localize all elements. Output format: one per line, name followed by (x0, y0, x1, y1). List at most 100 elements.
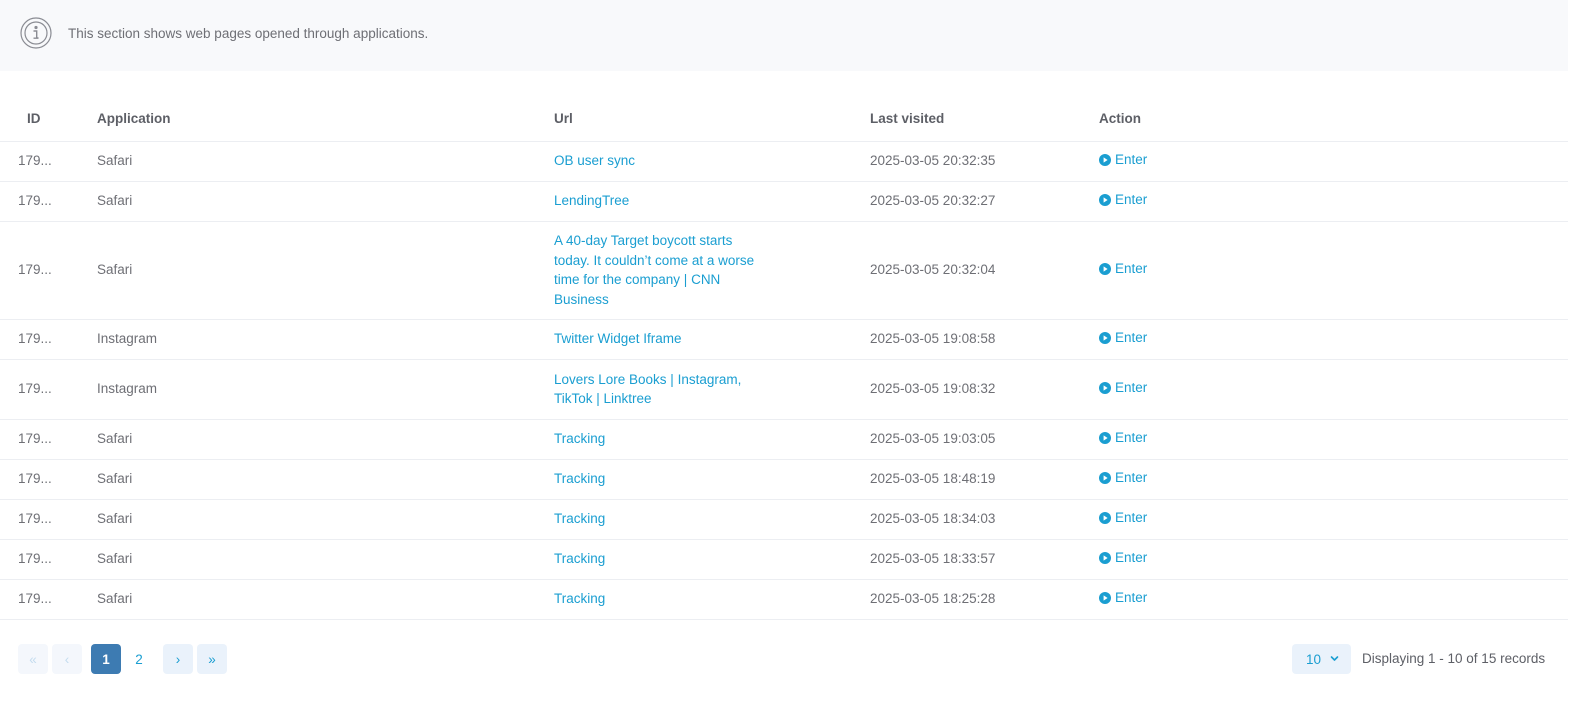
row-application: Safari (97, 181, 554, 222)
enter-button[interactable]: Enter (1099, 190, 1147, 210)
row-url-link[interactable]: Tracking (554, 469, 759, 489)
table-row: 179... Safari Tracking 2025-03-05 18:33:… (0, 539, 1568, 580)
row-application: Safari (97, 459, 554, 500)
table-row: 179... Safari Tracking 2025-03-05 18:48:… (0, 459, 1568, 500)
enter-label: Enter (1115, 261, 1148, 277)
column-header-url[interactable]: Url (554, 96, 870, 142)
table-row: 179... Safari OB user sync 2025-03-05 20… (0, 141, 1568, 182)
row-url-link[interactable]: Lovers Lore Books | Instagram, TikTok | … (554, 370, 759, 409)
row-id: 179... (0, 221, 97, 320)
row-id: 179... (0, 579, 97, 620)
enter-button[interactable]: Enter (1099, 378, 1147, 398)
enter-label: Enter (1115, 550, 1148, 566)
table-row: 179... Safari A 40-day Target boycott st… (0, 221, 1568, 320)
info-banner: This section shows web pages opened thro… (0, 0, 1568, 71)
enter-button[interactable]: Enter (1099, 150, 1147, 170)
row-id: 179... (0, 359, 97, 420)
enter-label: Enter (1115, 430, 1148, 446)
prev-page-button[interactable]: ‹ (52, 644, 82, 674)
table-row: 179... Instagram Twitter Widget Iframe 2… (0, 319, 1568, 360)
row-url-link[interactable]: LendingTree (554, 191, 759, 211)
play-circle-icon (1099, 432, 1111, 445)
row-application: Safari (97, 499, 554, 540)
enter-label: Enter (1115, 330, 1148, 346)
enter-label: Enter (1115, 470, 1148, 486)
webpages-table: ID Application Url Last visited Action 1… (0, 96, 1568, 620)
row-id: 179... (0, 141, 97, 182)
row-application: Safari (97, 419, 554, 460)
enter-button[interactable]: Enter (1099, 328, 1147, 348)
row-last-visited: 2025-03-05 19:08:58 (870, 319, 1099, 360)
play-circle-icon (1099, 552, 1111, 565)
row-url-link[interactable]: A 40-day Target boycott starts today. It… (554, 231, 759, 309)
last-page-button[interactable]: » (197, 644, 227, 674)
enter-button[interactable]: Enter (1099, 259, 1147, 279)
chevron-down-icon (1330, 656, 1339, 661)
enter-label: Enter (1115, 590, 1148, 606)
play-circle-icon (1099, 194, 1111, 207)
row-last-visited: 2025-03-05 18:25:28 (870, 579, 1099, 620)
play-circle-icon (1099, 154, 1111, 167)
table-row: 179... Instagram Lovers Lore Books | Ins… (0, 359, 1568, 420)
row-id: 179... (0, 319, 97, 360)
row-url-link[interactable]: Tracking (554, 549, 759, 569)
row-last-visited: 2025-03-05 20:32:27 (870, 181, 1099, 222)
next-page-button[interactable]: › (163, 644, 193, 674)
row-application: Safari (97, 221, 554, 320)
row-url-link[interactable]: Tracking (554, 509, 759, 529)
row-id: 179... (0, 181, 97, 222)
row-id: 179... (0, 459, 97, 500)
enter-button[interactable]: Enter (1099, 468, 1147, 488)
column-header-action: Action (1099, 96, 1568, 142)
play-circle-icon (1099, 472, 1111, 485)
row-last-visited: 2025-03-05 20:32:04 (870, 221, 1099, 320)
row-id: 179... (0, 499, 97, 540)
row-application: Safari (97, 539, 554, 580)
info-text: This section shows web pages opened thro… (68, 26, 429, 41)
enter-button[interactable]: Enter (1099, 508, 1147, 528)
row-last-visited: 2025-03-05 18:34:03 (870, 499, 1099, 540)
play-circle-icon (1099, 382, 1111, 395)
row-application: Instagram (97, 359, 554, 420)
table-row: 179... Safari Tracking 2025-03-05 18:25:… (0, 579, 1568, 620)
enter-button[interactable]: Enter (1099, 548, 1147, 568)
table-header-row: ID Application Url Last visited Action (0, 96, 1568, 142)
row-id: 179... (0, 419, 97, 460)
row-last-visited: 2025-03-05 19:08:32 (870, 359, 1099, 420)
row-url-link[interactable]: Tracking (554, 589, 759, 609)
info-icon (20, 17, 52, 49)
play-circle-icon (1099, 512, 1111, 525)
row-last-visited: 2025-03-05 18:48:19 (870, 459, 1099, 500)
play-circle-icon (1099, 263, 1111, 276)
enter-button[interactable]: Enter (1099, 588, 1147, 608)
row-application: Instagram (97, 319, 554, 360)
enter-label: Enter (1115, 510, 1148, 526)
row-url-link[interactable]: Twitter Widget Iframe (554, 329, 759, 349)
row-last-visited: 2025-03-05 19:03:05 (870, 419, 1099, 460)
enter-label: Enter (1115, 192, 1148, 208)
column-header-application[interactable]: Application (97, 96, 554, 142)
row-id: 179... (0, 539, 97, 580)
row-url-link[interactable]: OB user sync (554, 151, 759, 171)
column-header-last-visited[interactable]: Last visited (870, 96, 1099, 142)
play-circle-icon (1099, 332, 1111, 345)
first-page-button[interactable]: « (18, 644, 48, 674)
table-row: 179... Safari Tracking 2025-03-05 18:34:… (0, 499, 1568, 540)
row-last-visited: 2025-03-05 18:33:57 (870, 539, 1099, 580)
table-row: 179... Safari Tracking 2025-03-05 19:03:… (0, 419, 1568, 460)
records-info: Displaying 1 - 10 of 15 records (1362, 651, 1546, 666)
per-page-select[interactable]: 10 (1292, 644, 1351, 674)
enter-label: Enter (1115, 152, 1148, 168)
row-application: Safari (97, 141, 554, 182)
table-row: 179... Safari LendingTree 2025-03-05 20:… (0, 181, 1568, 222)
enter-label: Enter (1115, 380, 1148, 396)
page-button-1[interactable]: 1 (91, 644, 121, 674)
page-button-2[interactable]: 2 (124, 644, 154, 674)
column-header-id[interactable]: ID (0, 96, 97, 142)
row-application: Safari (97, 579, 554, 620)
row-url-link[interactable]: Tracking (554, 429, 759, 449)
enter-button[interactable]: Enter (1099, 428, 1147, 448)
play-circle-icon (1099, 592, 1111, 605)
per-page-value: 10 (1306, 651, 1322, 667)
row-last-visited: 2025-03-05 20:32:35 (870, 141, 1099, 182)
